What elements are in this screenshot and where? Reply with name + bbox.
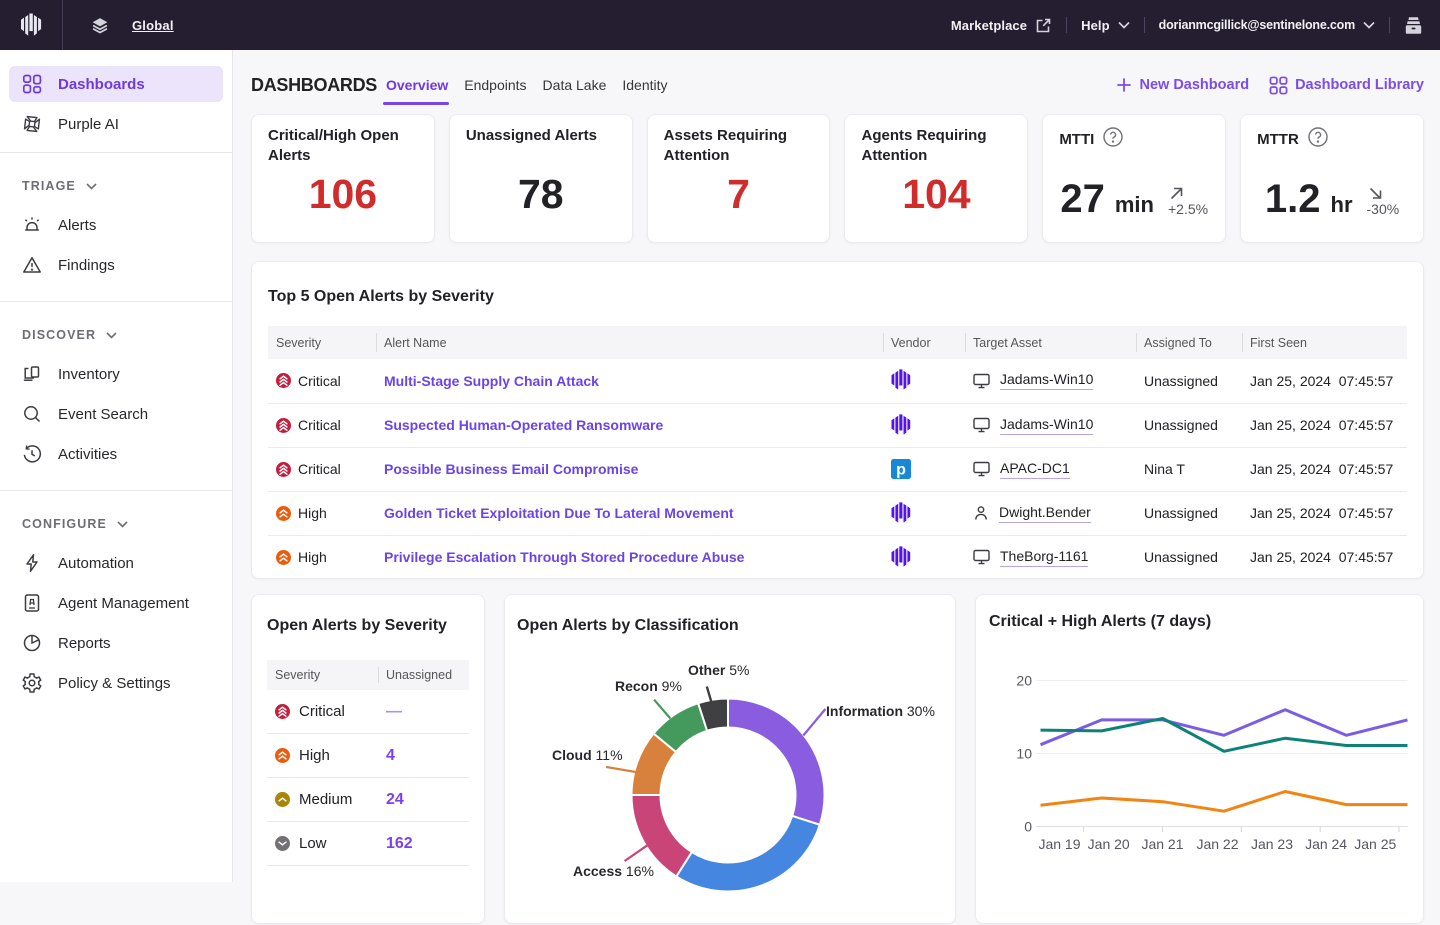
svg-text:10: 10 — [1016, 746, 1032, 762]
svg-text:Jan 22: Jan 22 — [1196, 836, 1238, 852]
svg-text:Jan 24: Jan 24 — [1305, 836, 1347, 852]
svg-text:Jan 23: Jan 23 — [1251, 836, 1293, 852]
svg-text:Jan 21: Jan 21 — [1141, 836, 1183, 852]
svg-text:0: 0 — [1024, 819, 1032, 835]
svg-text:p: p — [896, 462, 906, 479]
svg-text:20: 20 — [1016, 673, 1032, 689]
svg-text:Jan 20: Jan 20 — [1088, 836, 1130, 852]
svg-text:Jan 25: Jan 25 — [1354, 836, 1396, 852]
svg-text:Jan 19: Jan 19 — [1038, 836, 1080, 852]
